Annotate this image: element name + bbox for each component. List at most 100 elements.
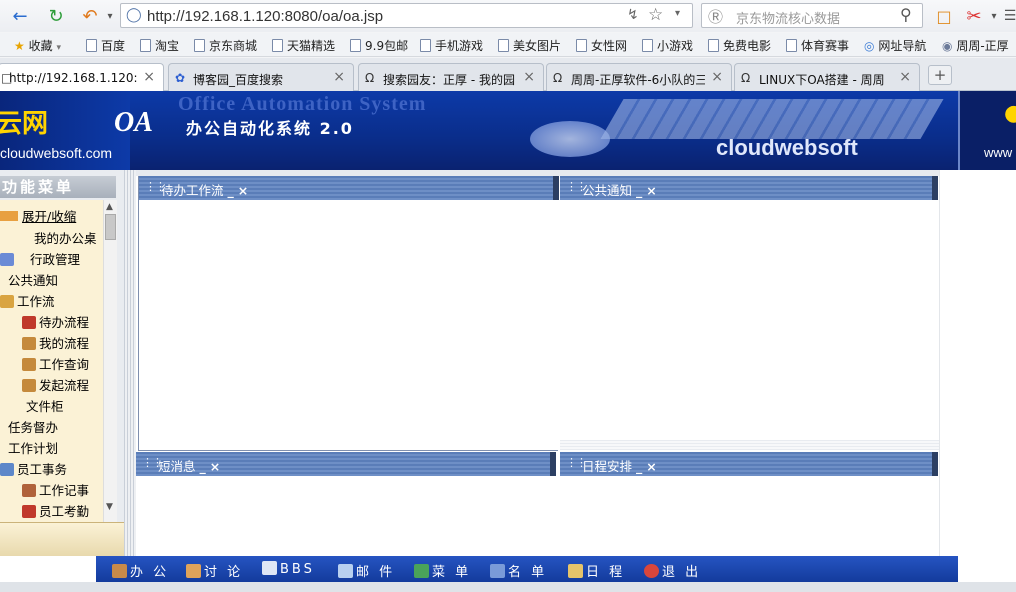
page-icon — [140, 39, 151, 52]
tree-item-my-flow[interactable]: 我的流程 — [22, 333, 89, 352]
bookmark-item[interactable]: 体育赛事 — [786, 37, 849, 54]
panel-notice-header[interactable]: ⋮⋮ 公共通知 _ × — [560, 176, 938, 200]
tree-item-notice[interactable]: 公共通知 — [8, 270, 58, 289]
bbs-button[interactable]: BBS — [262, 561, 315, 577]
search-engine-icon[interactable]: Ⓡ — [708, 6, 723, 27]
box-red-icon — [22, 316, 36, 329]
bookmark-item[interactable]: 免费电影 — [708, 37, 771, 54]
panel-schedule-header[interactable]: ⋮⋮ 日程安排 _ × — [560, 452, 938, 476]
page-icon — [642, 39, 653, 52]
search-box[interactable]: Ⓡ 京东物流核心数据 ⚲ — [701, 3, 923, 28]
frame-divider[interactable] — [124, 170, 136, 556]
tab-zhouzhou[interactable]: Ω 周周-正厚软件-6小队的三 × — [546, 63, 732, 91]
tab-oa[interactable]: □ http://192.168.1.120:8080/oa/oa.jsp × — [0, 63, 164, 92]
address-bar[interactable]: ◯ http://192.168.1.120:8080/oa/oa.jsp ↯ … — [120, 3, 693, 28]
keyboard-image — [600, 99, 944, 139]
minimize-icon[interactable]: _ — [636, 459, 642, 474]
bookmark-item[interactable]: 京东商城 — [194, 37, 257, 54]
people-icon — [186, 564, 201, 578]
close-tab-icon[interactable]: × — [333, 69, 345, 85]
minimize-icon[interactable]: _ — [228, 183, 234, 198]
right-blank — [939, 170, 1016, 582]
tab-linux-oa[interactable]: Ω LINUX下OA搭建 - 周周 × — [734, 63, 920, 91]
tree-item-start-flow[interactable]: 发起流程 — [22, 375, 89, 394]
page-icon — [498, 39, 509, 52]
power-icon — [644, 564, 659, 578]
banner-logo-area: 云网 cloudwebsoft.com — [0, 91, 130, 170]
panel-notice-title: 公共通知 — [582, 183, 633, 198]
close-icon[interactable]: × — [646, 459, 656, 474]
tree-item-my-desk[interactable]: 我的办公桌 — [34, 228, 97, 247]
banner-right-logo: ● — [1004, 101, 1016, 126]
search-icon[interactable]: ⚲ — [900, 5, 912, 24]
scroll-up-icon[interactable]: ▲ — [106, 202, 113, 212]
bookmark-favorites[interactable]: ★ 收藏 ▾ — [14, 37, 61, 54]
close-tab-icon[interactable]: × — [143, 69, 155, 85]
panel-message-header[interactable]: ⋮⋮ 短消息 _ × — [136, 452, 556, 476]
tree-item-cabinet[interactable]: 文件柜 — [26, 396, 64, 415]
shield-icon: ◯ — [126, 7, 142, 23]
bookmark-item[interactable]: 淘宝 — [140, 37, 179, 54]
menu-tree: 展开/收缩 我的办公桌 行政管理 公共通知 工作流 待办流程 我的流程 工作查询… — [0, 200, 103, 522]
close-icon[interactable]: × — [238, 183, 248, 198]
screenshot-icon[interactable]: □ — [932, 4, 956, 28]
bookmark-item[interactable]: 9.9包邮 — [350, 37, 408, 54]
bookmark-item[interactable]: ◎ 网址导航 — [864, 37, 926, 54]
tree-item-task[interactable]: 任务督办 — [8, 417, 58, 436]
close-tab-icon[interactable]: × — [523, 69, 535, 85]
tree-item-notes[interactable]: 工作记事 — [22, 480, 89, 499]
schedule-button[interactable]: 日 程 — [568, 561, 625, 580]
bookmark-item[interactable]: 天猫精选 — [272, 37, 335, 54]
bookmark-item[interactable]: 小游戏 — [642, 37, 693, 54]
page-icon — [786, 39, 797, 52]
bookmark-item[interactable]: 百度 — [86, 37, 125, 54]
close-tab-icon[interactable]: × — [711, 69, 723, 85]
sidebar-scrollbar[interactable]: ▲ ▼ — [103, 200, 117, 522]
discuss-button[interactable]: 讨 论 — [186, 561, 243, 580]
menu-icon[interactable]: ☰ — [998, 4, 1016, 28]
panel-todo-header[interactable]: ⋮⋮ 待办工作流 _ × — [139, 176, 559, 200]
refresh-icon[interactable]: ↻ — [44, 4, 68, 28]
tree-item-workflow[interactable]: 工作流 — [0, 291, 55, 310]
bookmark-item[interactable]: 女性网 — [576, 37, 627, 54]
bookmark-item[interactable]: 美女图片 — [498, 37, 561, 54]
tree-item-admin[interactable]: 行政管理 — [0, 249, 80, 268]
scroll-thumb[interactable] — [105, 214, 116, 240]
tree-item-staff[interactable]: 员工事务 — [0, 459, 67, 478]
minimize-icon[interactable]: _ — [636, 183, 642, 198]
browser-chrome: ← ↻ ↶ ▾ ◯ http://192.168.1.120:8080/oa/o… — [0, 0, 1016, 92]
scroll-down-icon[interactable]: ▼ — [106, 502, 113, 512]
mail-button[interactable]: 邮 件 — [338, 561, 395, 580]
back-icon[interactable]: ← — [8, 4, 32, 28]
close-icon[interactable]: × — [646, 183, 656, 198]
sidebar: 功能菜单 展开/收缩 我的办公桌 行政管理 公共通知 工作流 待办流程 我的流程… — [0, 170, 130, 556]
banner-right-text: www — [984, 145, 1013, 160]
lightning-icon[interactable]: ↯ — [627, 7, 639, 23]
box-icon — [22, 358, 36, 371]
bookmark-item[interactable]: 手机游戏 — [420, 37, 483, 54]
panel-message: ⋮⋮ 短消息 _ × — [136, 452, 556, 556]
new-tab-button[interactable]: + — [928, 65, 952, 85]
banner-site: cloudwebsoft.com — [0, 145, 113, 161]
search-input[interactable]: 京东物流核心数据 — [736, 8, 840, 27]
address-dropdown-icon[interactable]: ▾ — [675, 8, 680, 19]
tab-search-user[interactable]: Ω 搜索园友：正厚 - 我的园 × — [358, 63, 544, 91]
exit-button[interactable]: 退 出 — [644, 561, 701, 580]
close-tab-icon[interactable]: × — [899, 69, 911, 85]
contacts-button[interactable]: 名 单 — [490, 561, 547, 580]
menu-button[interactable]: 菜 单 — [414, 561, 471, 580]
tree-item-pending[interactable]: 待办流程 — [22, 312, 89, 331]
tab-baidu[interactable]: ✿ 博客园_百度搜索 × — [168, 63, 354, 91]
tree-item-attendance[interactable]: 员工考勤 — [22, 501, 89, 520]
office-button[interactable]: 办 公 — [112, 561, 169, 580]
close-icon[interactable]: × — [210, 459, 220, 474]
tree-item-query[interactable]: 工作查询 — [22, 354, 89, 373]
bookmark-item[interactable]: ◉ 周周-正厚 — [942, 37, 1009, 54]
minimize-icon[interactable]: _ — [200, 459, 206, 474]
tree-item-toggle[interactable]: 展开/收缩 — [0, 206, 76, 225]
tree-item-plan[interactable]: 工作计划 — [8, 438, 58, 457]
star-icon[interactable]: ☆ — [648, 5, 663, 25]
page-icon — [194, 39, 205, 52]
blog-icon: Ω — [553, 71, 563, 85]
undo-dropdown-icon[interactable]: ▾ — [98, 4, 122, 28]
